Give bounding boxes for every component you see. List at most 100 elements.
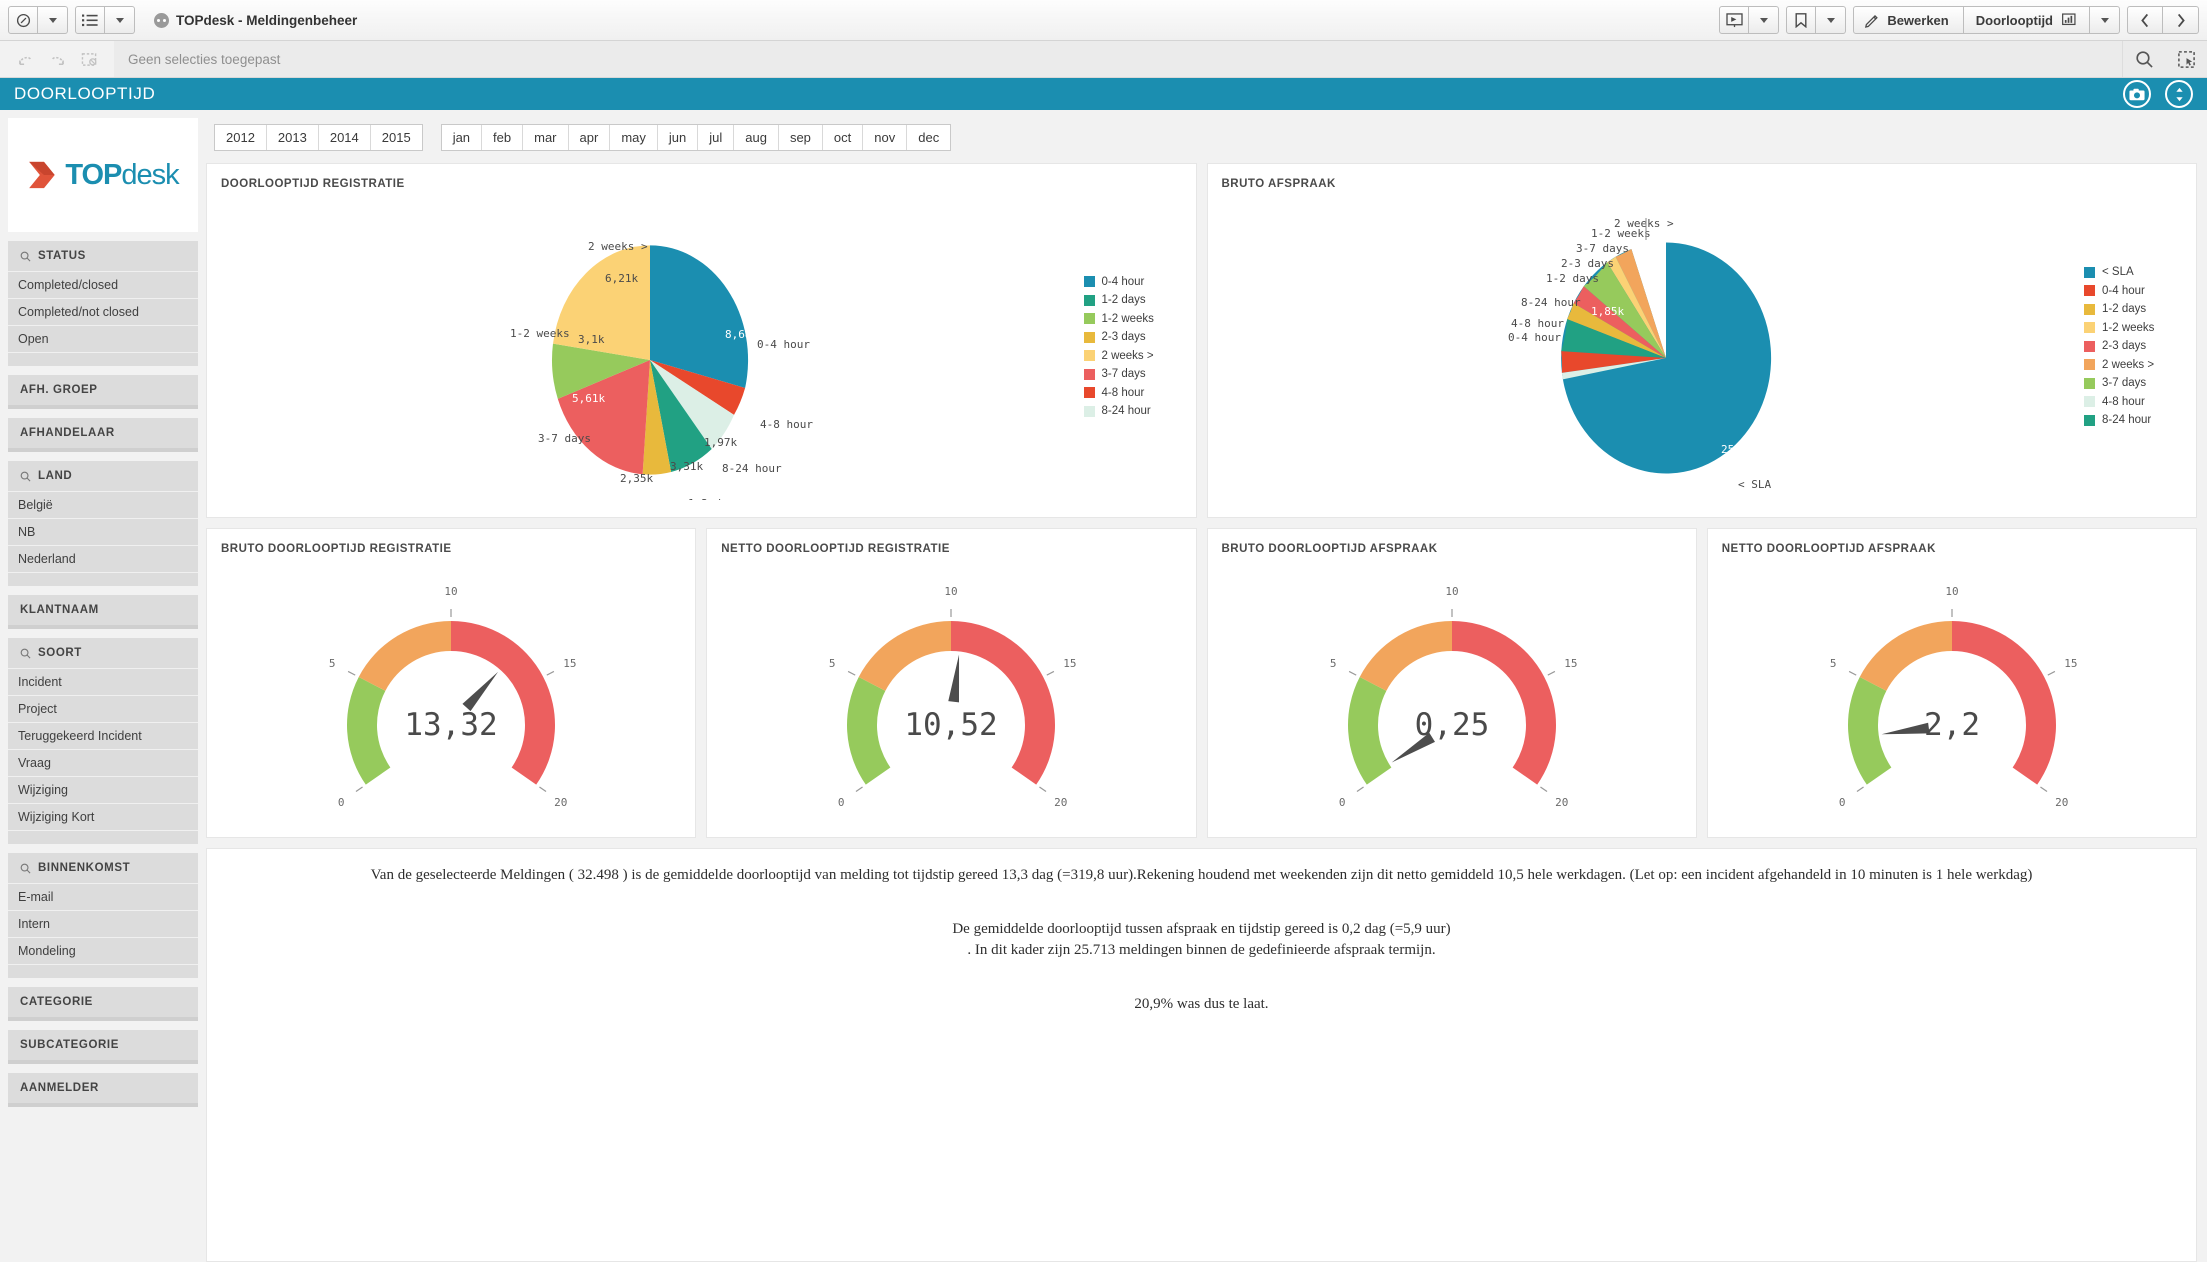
filter-header[interactable]: AFH. GROEP [8,375,198,405]
month-option-mar[interactable]: mar [523,125,569,150]
storytelling-dropdown[interactable] [1749,6,1780,34]
next-sheet-button[interactable] [2163,6,2199,34]
filter-scrollbar[interactable] [8,1060,198,1064]
bookmark-dropdown[interactable] [1816,6,1847,34]
legend-item[interactable]: 3-7 days [1083,368,1188,380]
snapshot-button[interactable] [2123,80,2151,108]
gauge-chart-0[interactable]: 0 5 10 15 20 13,32 [207,529,695,837]
legend-item[interactable]: 2 weeks > [1083,350,1188,362]
filter-item[interactable]: Wijziging Kort [8,803,198,830]
legend-swatch [1083,405,1095,417]
filter-header[interactable]: KLANTNAAM [8,595,198,625]
month-option-feb[interactable]: feb [482,125,524,150]
compass-nav-dropdown[interactable] [38,6,68,34]
svg-text:0-4 hour: 0-4 hour [757,338,810,351]
legend-item[interactable]: 0-4 hour [1083,276,1188,288]
filter-item[interactable]: Incident [8,668,198,695]
month-option-jun[interactable]: jun [658,125,699,150]
filter-item[interactable]: Open [8,325,198,352]
filter-header[interactable]: CATEGORIE [8,987,198,1017]
filter-item[interactable]: Wijziging [8,776,198,803]
filter-item[interactable]: Project [8,695,198,722]
legend-item[interactable]: 4-8 hour [1083,387,1188,399]
filter-scrollbar[interactable] [8,448,198,452]
filter-scrollbar[interactable] [8,1017,198,1021]
filter-box-soort: SOORT Incident Project Teruggekeerd Inciden… [8,638,198,844]
legend-item[interactable]: 2-3 days [2084,340,2188,352]
filter-scrollbar[interactable] [8,1103,198,1107]
gauge-chart-3[interactable]: 0 5 10 15 20 2,2 [1708,529,2196,837]
legend-item[interactable]: 2-3 days [1083,331,1188,343]
filter-item[interactable]: Vraag [8,749,198,776]
legend-item[interactable]: 3-7 days [2084,377,2188,389]
sheet-selector-button[interactable]: Doorlooptijd [1963,6,2090,34]
filter-header[interactable]: BINNENKOMST [8,853,198,883]
svg-text:3-7 days: 3-7 days [1576,242,1629,255]
filter-item[interactable]: België [8,491,198,518]
smart-search-button[interactable] [2123,41,2165,77]
step-back-button[interactable] [12,48,38,70]
month-option-jan[interactable]: jan [442,125,483,150]
year-option-2012[interactable]: 2012 [215,125,267,150]
month-filter[interactable]: jan feb mar apr may jun jul aug sep oct nov dec [440,124,952,151]
pie-chart-bruto-afspraak[interactable]: 25,37k < SLA 1,85k 2 weeks > 1-2 weeks 3… [1208,182,2085,500]
gauge-chart-2[interactable]: 0 5 10 15 20 0,25 [1208,529,1696,837]
year-option-2015[interactable]: 2015 [371,125,422,150]
pie-chart-doorlooptijd-registratie[interactable]: 8,68k 0-4 hour 4-8 hour 1,97k 8-24 hour … [207,182,1084,500]
legend-item[interactable]: < SLA [2084,266,2188,278]
legend-item[interactable]: 8-24 hour [2084,414,2188,426]
filter-title: SUBCATEGORIE [20,1039,119,1051]
filter-item[interactable]: Completed/closed [8,271,198,298]
month-option-dec[interactable]: dec [907,125,950,150]
fullscreen-button[interactable] [2165,80,2193,108]
year-option-2013[interactable]: 2013 [267,125,319,150]
clear-selections-button[interactable] [76,48,102,70]
month-option-sep[interactable]: sep [779,125,823,150]
gauge-chart-1[interactable]: 0 5 10 15 20 10,52 [707,529,1195,837]
month-option-apr[interactable]: apr [569,125,611,150]
bookmark-button[interactable] [1786,6,1817,34]
filter-header[interactable]: AFHANDELAAR [8,418,198,448]
edit-button[interactable]: Bewerken [1853,6,1964,34]
filter-item[interactable]: Teruggekeerd Incident [8,722,198,749]
filter-scrollbar[interactable] [8,625,198,629]
legend-item[interactable]: 8-24 hour [1083,405,1188,417]
month-option-jul[interactable]: jul [698,125,735,150]
month-option-nov[interactable]: nov [863,125,908,150]
filter-item[interactable]: E-mail [8,883,198,910]
filter-header[interactable]: LAND [8,461,198,491]
month-option-aug[interactable]: aug [734,125,779,150]
legend-item[interactable]: 1-2 days [1083,294,1188,306]
legend-item[interactable]: 1-2 weeks [1083,313,1188,325]
filter-header[interactable]: SOORT [8,638,198,668]
selection-tool-button[interactable] [2165,41,2207,77]
year-option-2014[interactable]: 2014 [319,125,371,150]
selections-field[interactable]: Geen selecties toegepast [114,41,2122,77]
year-filter[interactable]: 2012 2013 2014 2015 [214,124,423,151]
filter-header[interactable]: SUBCATEGORIE [8,1030,198,1060]
filter-item[interactable]: Completed/not closed [8,298,198,325]
month-option-may[interactable]: may [610,125,658,150]
legend-item[interactable]: 0-4 hour [2084,285,2188,297]
filter-item[interactable]: Nederland [8,545,198,572]
sheet-list-dropdown[interactable] [105,6,135,34]
legend-item[interactable]: 1-2 days [2084,303,2188,315]
filter-item[interactable]: Mondeling [8,937,198,964]
legend-item[interactable]: 1-2 weeks [2084,322,2188,334]
sheet-selector-dropdown[interactable] [2090,6,2120,34]
filter-header[interactable]: AANMELDER [8,1073,198,1103]
filter-header[interactable]: STATUS [8,241,198,271]
filter-item[interactable]: Intern [8,910,198,937]
step-forward-button[interactable] [44,48,70,70]
compass-nav-button[interactable] [8,6,38,34]
filter-title: AFHANDELAAR [20,427,115,439]
legend-item[interactable]: 2 weeks > [2084,359,2188,371]
filter-scrollbar[interactable] [8,405,198,409]
sheet-list-button[interactable] [75,6,105,34]
month-option-oct[interactable]: oct [823,125,864,150]
legend-item[interactable]: 4-8 hour [2084,396,2188,408]
previous-sheet-button[interactable] [2127,6,2163,34]
legend-swatch [1083,368,1095,380]
filter-item[interactable]: NB [8,518,198,545]
storytelling-button[interactable] [1719,6,1750,34]
